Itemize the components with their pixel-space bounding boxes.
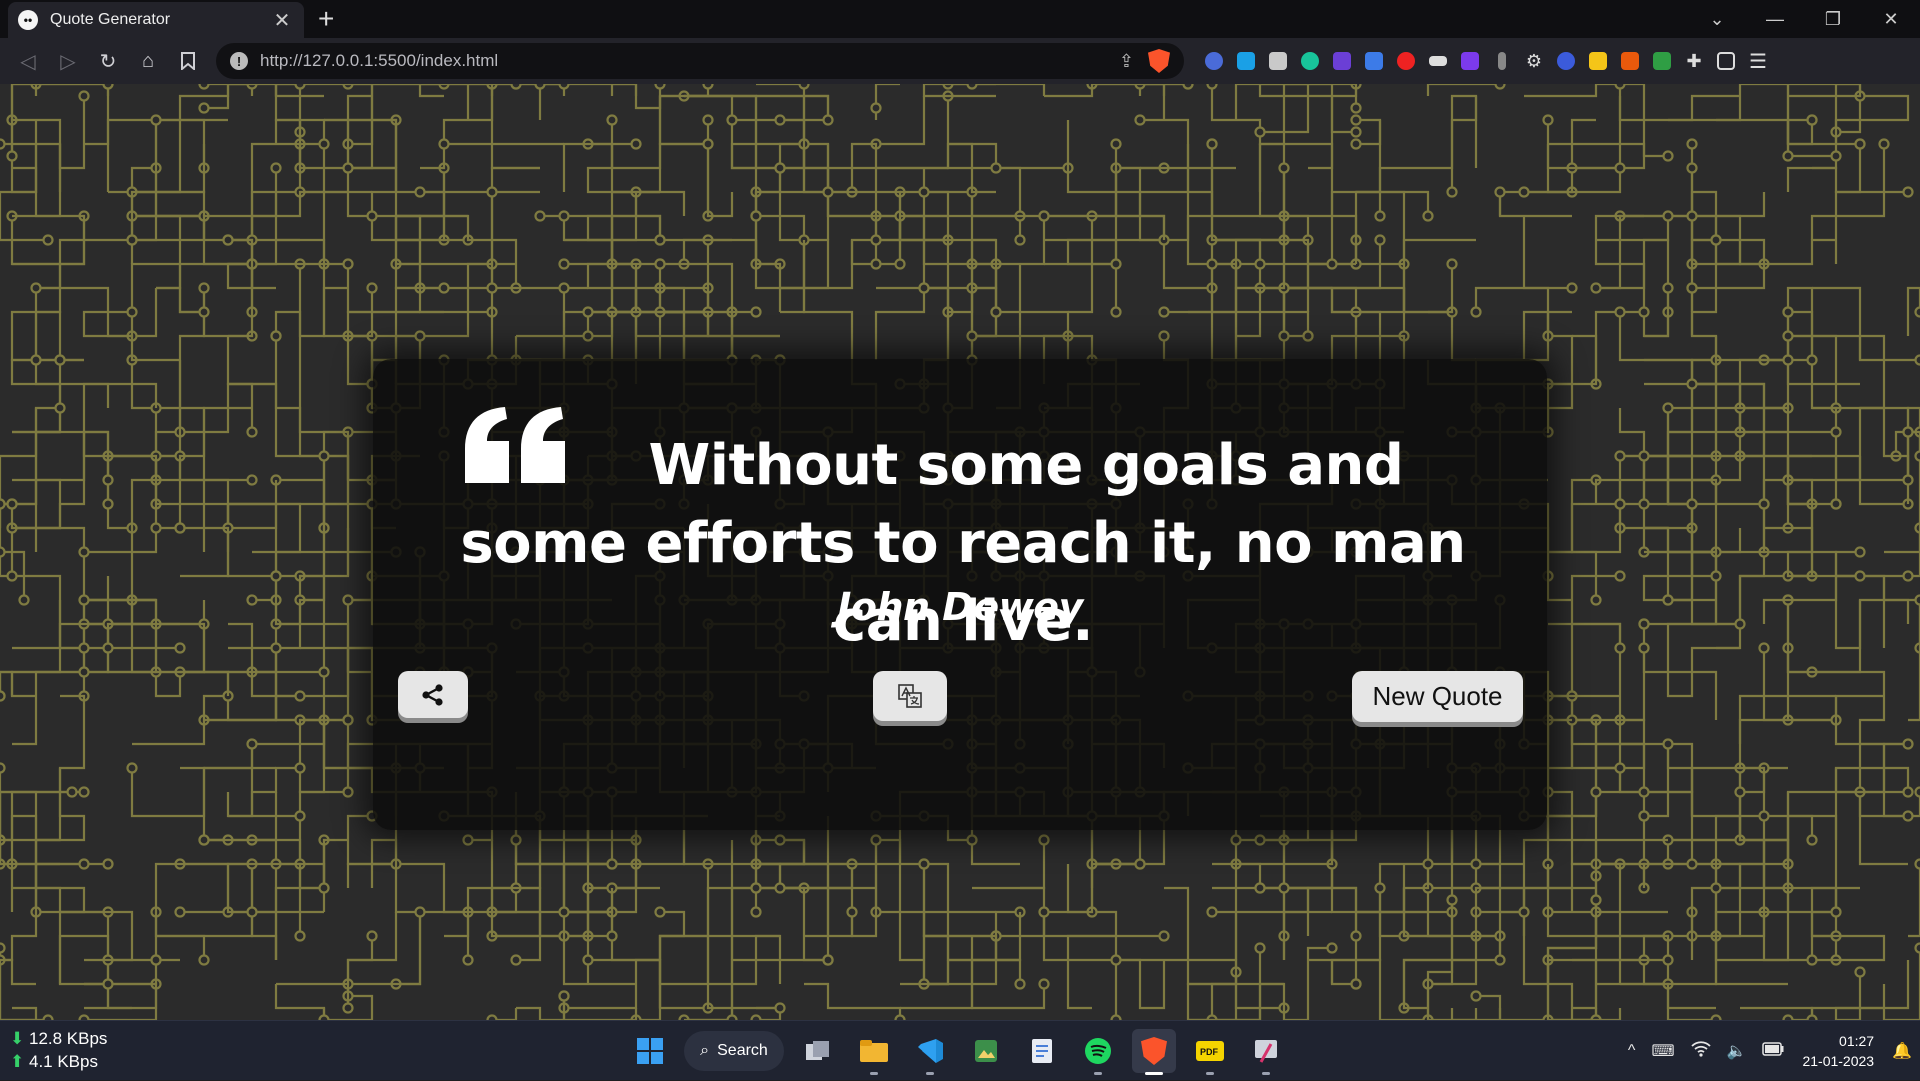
system-tray: ^ ⌨ 🔈 01:27 21-01-2023 🔔 <box>1620 1021 1920 1081</box>
tab-search-icon[interactable]: ⌄ <box>1688 0 1746 38</box>
back-icon[interactable]: ◁ <box>8 41 48 81</box>
browser-tab[interactable]: •• Quote Generator ✕ <box>8 2 304 38</box>
download-speed: 12.8 KBps <box>29 1029 107 1048</box>
minimize-icon[interactable]: — <box>1746 0 1804 38</box>
taskbar-search[interactable]: ⌕ Search <box>684 1031 784 1071</box>
navigation-bar: ◁ ▷ ↻ ⌂ ! http://127.0.0.1:5500/index.ht… <box>0 38 1920 84</box>
download-arrow-icon: ⬇ <box>10 1029 24 1048</box>
extension-notes-icon[interactable] <box>1262 46 1294 76</box>
extension-pin-icon[interactable] <box>1486 46 1518 76</box>
quote-card: Without some goals and some efforts to r… <box>373 359 1547 830</box>
extension-cursor-icon[interactable] <box>1198 46 1230 76</box>
extension-window-icon[interactable] <box>1422 46 1454 76</box>
extension-chat-icon[interactable] <box>1582 46 1614 76</box>
translate-button[interactable] <box>873 671 947 721</box>
svg-text:PDF: PDF <box>1200 1047 1219 1057</box>
photos-app-icon[interactable] <box>964 1029 1008 1073</box>
wifi-icon[interactable] <box>1691 1041 1711 1062</box>
brave-shields-icon[interactable] <box>1148 49 1170 73</box>
taskbar-search-label: Search <box>717 1042 768 1060</box>
share-page-icon[interactable]: ⇪ <box>1119 51 1134 72</box>
extension-youtube-icon[interactable] <box>1390 46 1422 76</box>
show-hidden-icons-icon[interactable]: ^ <box>1628 1042 1636 1060</box>
share-button[interactable] <box>398 671 468 718</box>
network-speed-widget: ⬇ 12.8 KBps ⬆ 4.1 KBps <box>10 1027 107 1073</box>
keyboard-icon[interactable]: ⌨ <box>1651 1041 1674 1061</box>
extension-google-translate-icon[interactable] <box>1358 46 1390 76</box>
system-clock[interactable]: 01:27 21-01-2023 <box>1802 1031 1874 1071</box>
volume-icon[interactable]: 🔈 <box>1727 1041 1747 1061</box>
file-explorer-icon[interactable] <box>852 1029 896 1073</box>
extension-grid-icon[interactable] <box>1646 46 1678 76</box>
search-icon: ⌕ <box>700 1042 709 1060</box>
reload-icon[interactable]: ↻ <box>88 41 128 81</box>
windows-start-icon[interactable] <box>628 1029 672 1073</box>
window-controls: ⌄ — ❐ ✕ <box>1688 0 1920 38</box>
sidebar-icon[interactable] <box>1710 46 1742 76</box>
home-icon[interactable]: ⌂ <box>128 41 168 81</box>
site-info-icon[interactable]: ! <box>230 52 248 70</box>
pdf-reader-icon[interactable]: PDF <box>1188 1029 1232 1073</box>
clock-date: 21-01-2023 <box>1802 1051 1874 1071</box>
battery-icon[interactable] <box>1762 1042 1784 1061</box>
vscode-icon[interactable] <box>908 1029 952 1073</box>
upload-arrow-icon: ⬆ <box>10 1052 24 1071</box>
close-window-icon[interactable]: ✕ <box>1862 0 1920 38</box>
extensions-puzzle-icon[interactable]: ✚ <box>1678 46 1710 76</box>
tab-close-icon[interactable]: ✕ <box>270 8 294 33</box>
extension-off-icon[interactable] <box>1614 46 1646 76</box>
taskbar: ⬇ 12.8 KBps ⬆ 4.1 KBps ⌕ Search PDF ^ ⌨ … <box>0 1020 1920 1080</box>
tab-strip: •• Quote Generator ✕ + ⌄ — ❐ ✕ <box>0 0 1920 38</box>
tab-title: Quote Generator <box>50 11 270 29</box>
quote-author: John Dewey <box>373 585 1547 629</box>
bookmark-icon[interactable] <box>168 41 208 81</box>
new-tab-icon[interactable]: + <box>318 4 334 34</box>
share-icon <box>421 684 445 706</box>
restore-icon[interactable]: ❐ <box>1804 0 1862 38</box>
forward-icon[interactable]: ▷ <box>48 41 88 81</box>
notepad-icon[interactable] <box>1020 1029 1064 1073</box>
clock-time: 01:27 <box>1802 1031 1874 1051</box>
translate-icon <box>897 683 923 709</box>
favicon-icon: •• <box>18 10 38 30</box>
task-view-icon[interactable] <box>796 1029 840 1073</box>
extension-v-icon[interactable] <box>1454 46 1486 76</box>
upload-speed: 4.1 KBps <box>29 1052 98 1071</box>
extension-bird-icon[interactable] <box>1294 46 1326 76</box>
menu-icon[interactable]: ☰ <box>1742 46 1774 76</box>
spotify-icon[interactable] <box>1076 1029 1120 1073</box>
extension-badge-icon[interactable] <box>1326 46 1358 76</box>
page-viewport: Without some goals and some efforts to r… <box>0 84 1920 1020</box>
taskbar-apps: ⌕ Search PDF <box>628 1029 1288 1073</box>
address-bar[interactable]: ! http://127.0.0.1:5500/index.html ⇪ <box>216 43 1184 79</box>
brave-browser-icon[interactable] <box>1132 1029 1176 1073</box>
notification-icon[interactable]: 🔔 <box>1892 1041 1912 1061</box>
snipping-tool-icon[interactable] <box>1244 1029 1288 1073</box>
extension-globe-icon[interactable] <box>1550 46 1582 76</box>
url-text[interactable]: http://127.0.0.1:5500/index.html <box>260 51 1119 71</box>
extension-gear-icon[interactable]: ⚙ <box>1518 46 1550 76</box>
new-quote-button[interactable]: New Quote <box>1352 671 1523 722</box>
extension-translate-icon[interactable] <box>1230 46 1262 76</box>
extensions-bar: ⚙ ✚ ☰ <box>1198 46 1774 76</box>
